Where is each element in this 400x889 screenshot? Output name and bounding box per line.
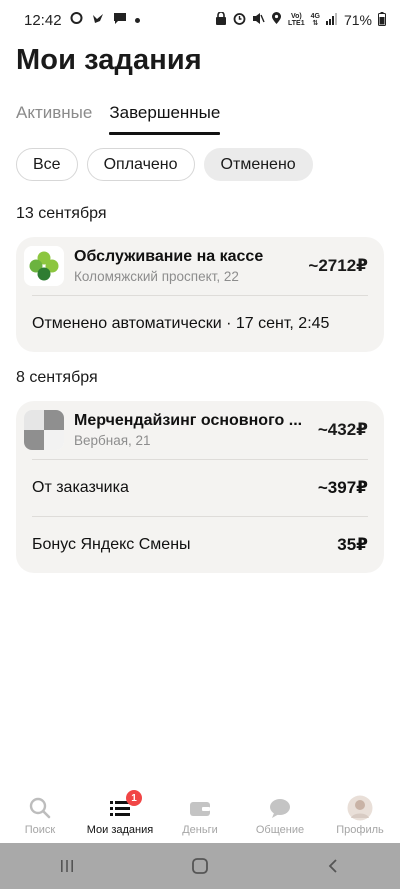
nav-label: Мои задания bbox=[86, 824, 154, 836]
location-icon bbox=[271, 12, 282, 28]
notification-dot-icon bbox=[134, 17, 140, 23]
signal-icon bbox=[325, 12, 338, 28]
notification-badge: 1 bbox=[126, 790, 142, 806]
task-card-header: Мерчендайзинг основного ... Вербная, 21 … bbox=[16, 401, 384, 459]
task-card[interactable]: Мерчендайзинг основного ... Вербная, 21 … bbox=[16, 401, 384, 573]
battery-percent: 71% bbox=[343, 12, 372, 28]
lock-icon bbox=[215, 11, 227, 28]
nav-chat[interactable]: Общение bbox=[240, 795, 320, 836]
nav-label: Общение bbox=[255, 824, 305, 836]
task-amount: ~432₽ bbox=[317, 420, 368, 439]
date-header: 8 сентября bbox=[16, 369, 98, 386]
status-left: 12:42 bbox=[24, 11, 140, 29]
nav-search[interactable]: Поиск bbox=[0, 795, 80, 836]
tabs: Активные Завершенные bbox=[16, 100, 237, 135]
status-bar: 12:42 Vo) LTE1 4G ⇅ 71% bbox=[0, 0, 400, 40]
filter-cancelled-chip[interactable]: Отменено bbox=[203, 148, 313, 181]
task-title: Мерчендайзинг основного ... bbox=[74, 412, 303, 429]
payment-value: 35₽ bbox=[337, 535, 368, 554]
payment-label: Бонус Яндекс Смены bbox=[32, 536, 191, 553]
bottom-nav: Поиск 1 Мои задания Деньги Общение Профи… bbox=[0, 790, 400, 843]
volte-indicator: Vo) LTE1 bbox=[288, 13, 305, 27]
task-amount: ~2712₽ bbox=[308, 256, 368, 275]
tab-completed[interactable]: Завершенные bbox=[109, 100, 221, 135]
task-address: Вербная, 21 bbox=[74, 433, 151, 448]
tab-active[interactable]: Активные bbox=[16, 100, 92, 135]
avatar-icon bbox=[347, 795, 373, 821]
chat-icon bbox=[268, 795, 292, 821]
payment-value: ~397₽ bbox=[317, 478, 368, 497]
list-icon: 1 bbox=[110, 790, 142, 821]
network-indicator: 4G ⇅ bbox=[310, 13, 320, 27]
search-icon bbox=[28, 795, 52, 821]
task-status-row: Отменено автоматически · 17 сент, 2:45 bbox=[16, 296, 384, 352]
back-icon[interactable] bbox=[313, 851, 353, 881]
task-info: Обслуживание на кассе Коломяжский проспе… bbox=[74, 248, 298, 284]
task-address: Коломяжский проспект, 22 bbox=[74, 269, 239, 284]
home-icon[interactable] bbox=[180, 851, 220, 881]
payment-label: От заказчика bbox=[32, 479, 129, 496]
payment-row: От заказчика ~397₽ bbox=[16, 460, 384, 516]
filter-chips: Все Оплачено Отменено bbox=[16, 148, 313, 181]
checker-placeholder-logo-icon bbox=[24, 410, 64, 450]
chat-bubble-icon bbox=[70, 11, 83, 29]
nav-label: Профиль bbox=[336, 824, 384, 836]
task-card-header: Обслуживание на кассе Коломяжский проспе… bbox=[16, 237, 384, 295]
green-clover-logo-icon bbox=[24, 246, 64, 286]
nav-profile[interactable]: Профиль bbox=[320, 795, 400, 836]
date-header: 13 сентября bbox=[16, 205, 107, 222]
battery-icon bbox=[378, 11, 386, 29]
alarm-icon bbox=[233, 12, 246, 28]
recent-apps-icon[interactable] bbox=[47, 851, 87, 881]
bird-icon bbox=[91, 12, 105, 29]
page-title: Мои задания bbox=[16, 44, 202, 76]
task-info: Мерчендайзинг основного ... Вербная, 21 bbox=[74, 412, 308, 448]
nav-my-tasks[interactable]: 1 Мои задания bbox=[80, 790, 160, 836]
message-icon bbox=[113, 12, 127, 29]
status-time: 12:42 bbox=[24, 11, 62, 29]
status-right: Vo) LTE1 4G ⇅ 71% bbox=[215, 11, 386, 29]
filter-paid-chip[interactable]: Оплачено bbox=[86, 148, 195, 181]
nav-label: Деньги bbox=[182, 824, 218, 836]
payment-row: Бонус Яндекс Смены 35₽ bbox=[16, 517, 384, 573]
nav-money[interactable]: Деньги bbox=[160, 795, 240, 836]
system-nav-bar bbox=[0, 843, 400, 889]
task-card[interactable]: Обслуживание на кассе Коломяжский проспе… bbox=[16, 237, 384, 352]
wallet-icon bbox=[188, 795, 212, 821]
filter-all-chip[interactable]: Все bbox=[16, 148, 78, 181]
mute-icon bbox=[252, 12, 265, 28]
nav-label: Поиск bbox=[24, 824, 56, 836]
task-title: Обслуживание на кассе bbox=[74, 248, 264, 265]
task-status-text: Отменено автоматически · 17 сент, 2:45 bbox=[32, 315, 330, 332]
